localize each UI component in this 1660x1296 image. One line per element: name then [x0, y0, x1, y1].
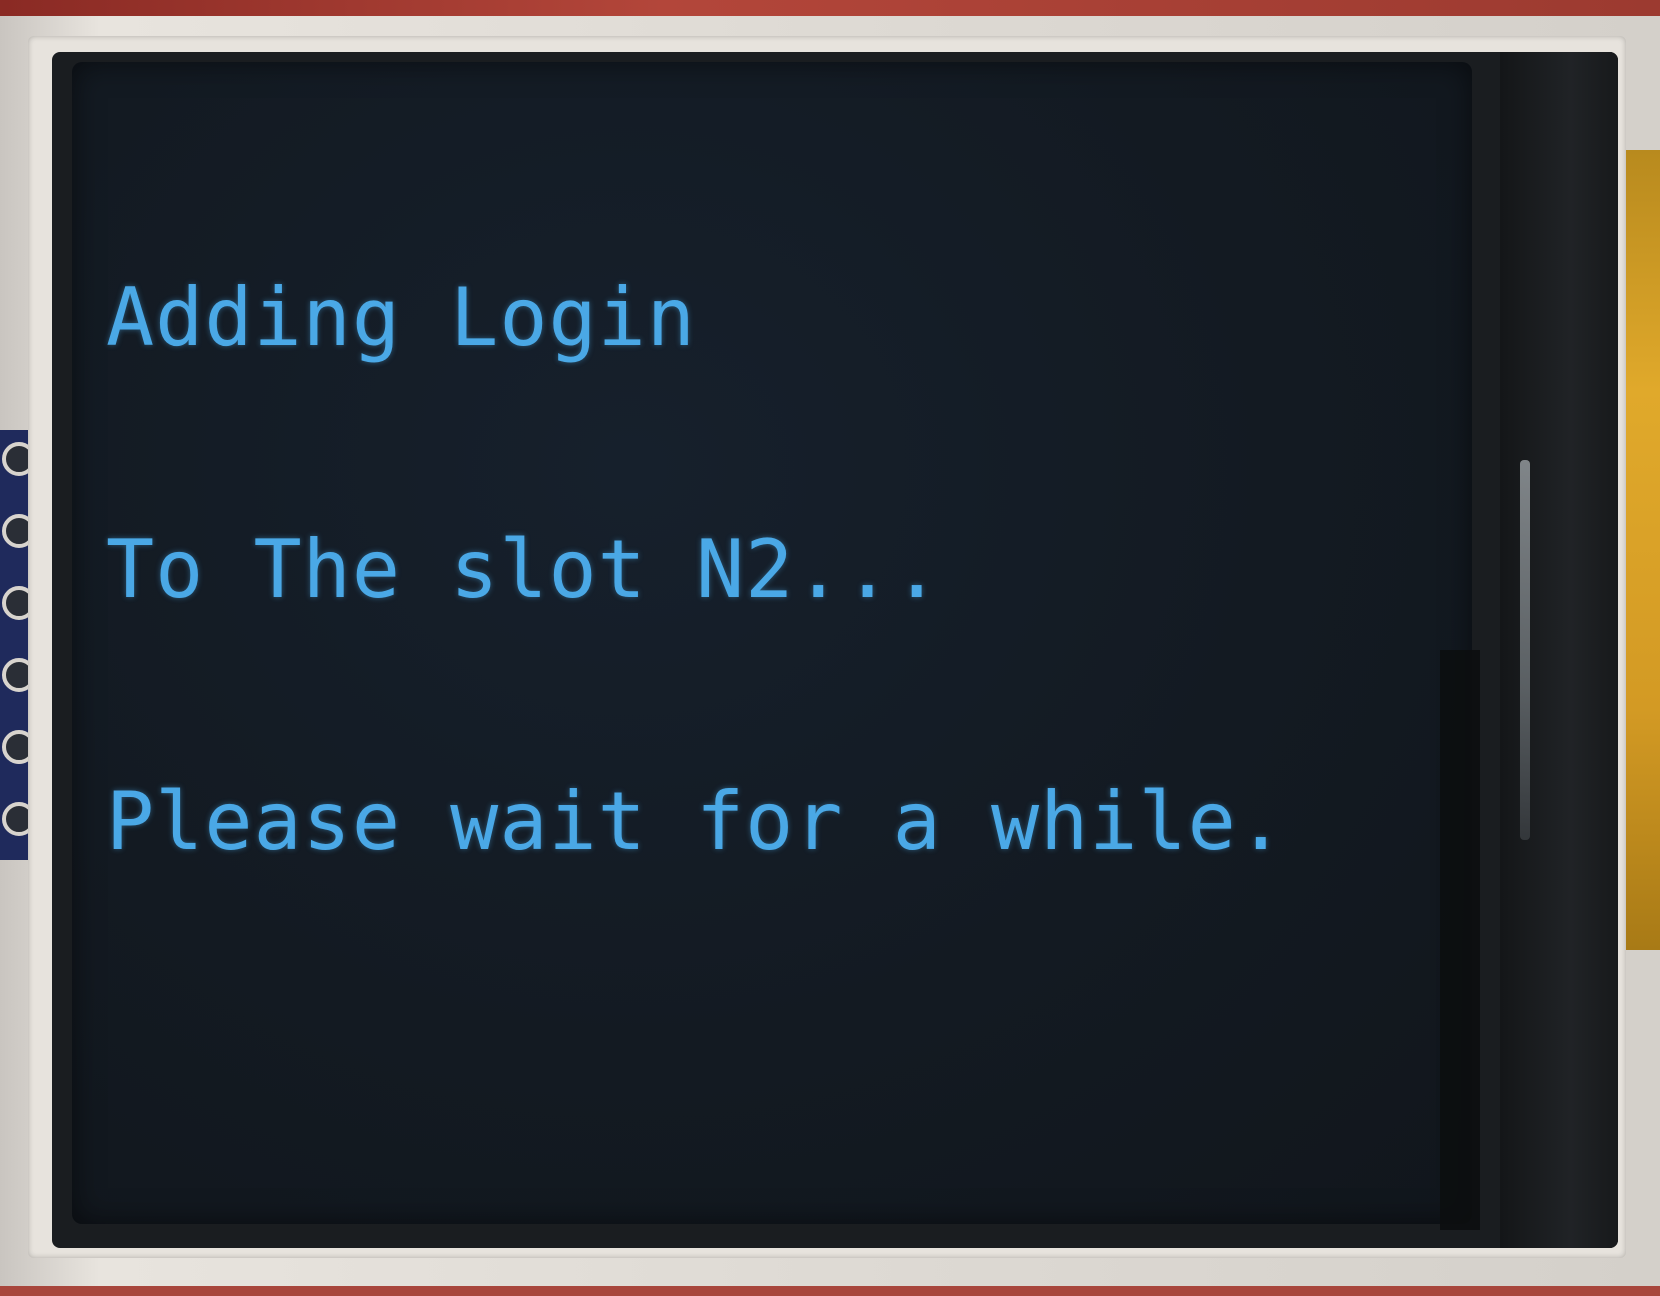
- status-line-1: Adding Login: [106, 271, 696, 364]
- status-line-2: To The slot N2...: [106, 523, 942, 616]
- glass-reflection: [1520, 460, 1530, 840]
- pcb-red-edge: [0, 0, 1660, 16]
- tft-module-board: Adding Login To The slot N2... Please wa…: [0, 0, 1660, 1296]
- screen-shadow: [1440, 650, 1480, 1230]
- pcb-red-edge-bottom: [0, 1286, 1660, 1296]
- display-panel-edge: [1500, 52, 1618, 1248]
- status-line-3: Please wait for a while.: [106, 775, 1286, 868]
- status-message: Adding Login To The slot N2... Please wa…: [106, 108, 1286, 1032]
